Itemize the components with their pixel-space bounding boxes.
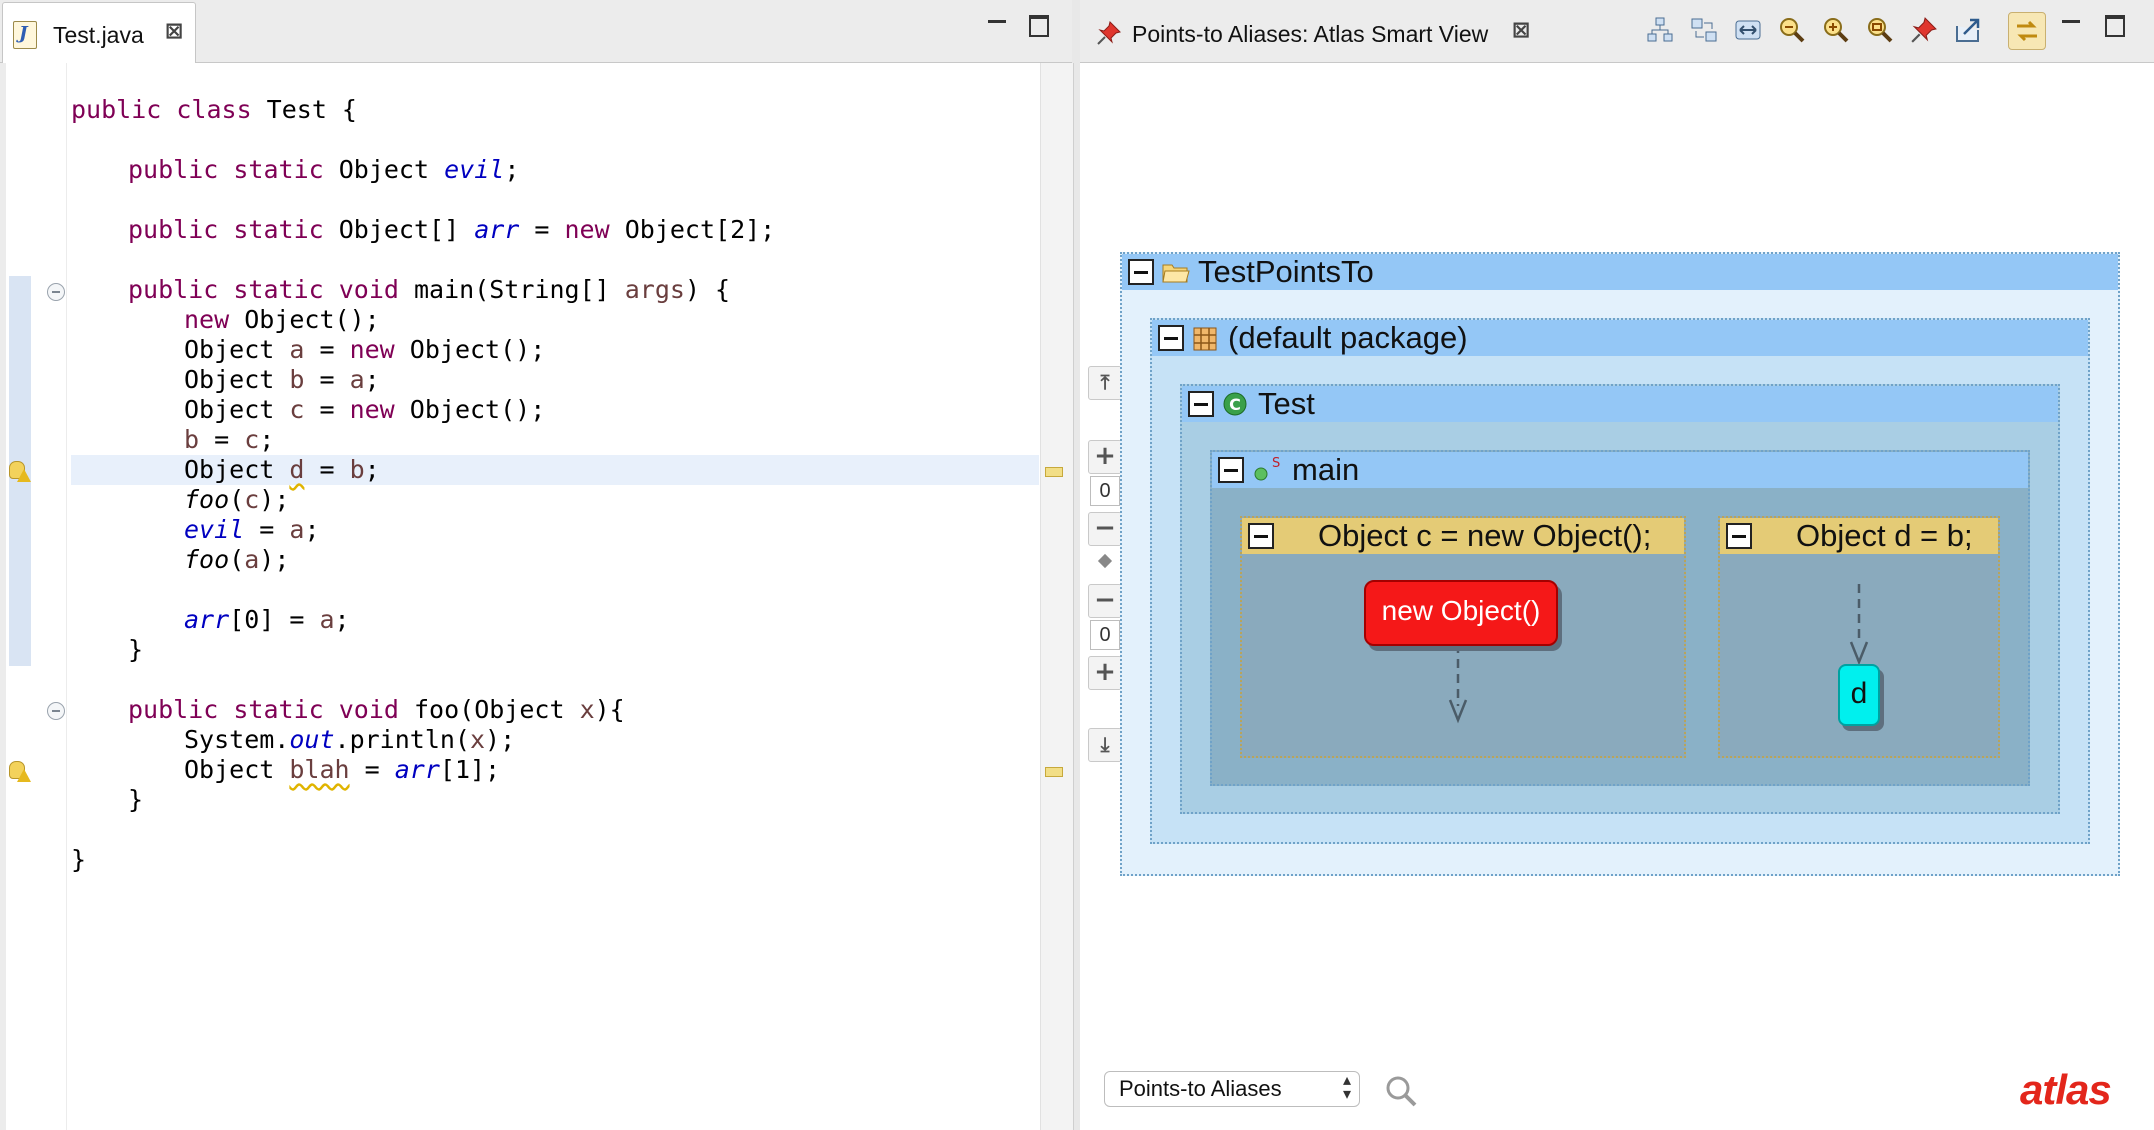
minimize-editor-button[interactable] bbox=[982, 10, 1012, 40]
code-line: } bbox=[71, 845, 87, 874]
fold-foo-icon[interactable] bbox=[47, 702, 65, 720]
code-line: evil = a; bbox=[184, 515, 320, 544]
node-variable-d[interactable]: d bbox=[1838, 664, 1880, 726]
code-line: Object blah = arr[1]; bbox=[184, 755, 501, 784]
code-line: b = c; bbox=[184, 425, 275, 454]
overview-warning-mark[interactable] bbox=[1045, 767, 1063, 777]
overview-ruler[interactable] bbox=[1040, 63, 1073, 1130]
smart-view-selector[interactable]: Points-to Aliases ▴ ▾ bbox=[1104, 1071, 1360, 1107]
overview-warning-mark[interactable] bbox=[1045, 467, 1063, 477]
search-icon[interactable] bbox=[1384, 1074, 1418, 1108]
code-line: Object a = new Object(); bbox=[184, 335, 546, 364]
code-line: foo(c); bbox=[184, 485, 290, 514]
code-line: new Object(); bbox=[184, 305, 380, 334]
code-line: arr[0] = a; bbox=[184, 605, 350, 634]
code-line: } bbox=[128, 785, 144, 814]
smart-view-selector-value: Points-to Aliases bbox=[1119, 1076, 1282, 1101]
code-line-foo-decl: public static void foo(Object x){ bbox=[128, 695, 625, 724]
updown-chevron-icon: ▴ ▾ bbox=[1342, 1072, 1351, 1103]
tab-label: Test.java bbox=[53, 22, 144, 48]
tab-test-java[interactable]: J Test.java ⊠ bbox=[2, 2, 196, 63]
atlas-logo: atlas bbox=[2020, 1066, 2112, 1113]
code-line: System.out.println(x); bbox=[184, 725, 516, 754]
code-line: Object c = new Object(); bbox=[184, 395, 546, 424]
code-line-field-evil: public static Object evil; bbox=[128, 155, 520, 184]
node-new-object[interactable]: new Object() bbox=[1364, 580, 1558, 646]
java-file-icon: J bbox=[13, 21, 37, 49]
code-line: } bbox=[128, 635, 144, 664]
code-line: Object b = a; bbox=[184, 365, 380, 394]
maximize-editor-button[interactable] bbox=[1024, 10, 1054, 40]
edge-arrowhead bbox=[1849, 641, 1869, 666]
edge-arrowhead bbox=[1448, 699, 1468, 724]
code-line-class-decl: public class Test { bbox=[71, 95, 357, 124]
code-line: foo(a); bbox=[184, 545, 290, 574]
warning-icon[interactable] bbox=[9, 761, 31, 783]
close-icon[interactable]: ⊠ bbox=[161, 19, 187, 45]
code-line-current: Object d = b; bbox=[184, 455, 380, 484]
code-line-main-decl: public static void main(String[] args) { bbox=[128, 275, 731, 304]
code-line-field-arr: public static Object[] arr = new Object[… bbox=[128, 215, 776, 244]
fold-main-icon[interactable] bbox=[47, 283, 65, 301]
graph-edges bbox=[1448, 584, 1869, 724]
warning-icon[interactable] bbox=[9, 461, 31, 483]
